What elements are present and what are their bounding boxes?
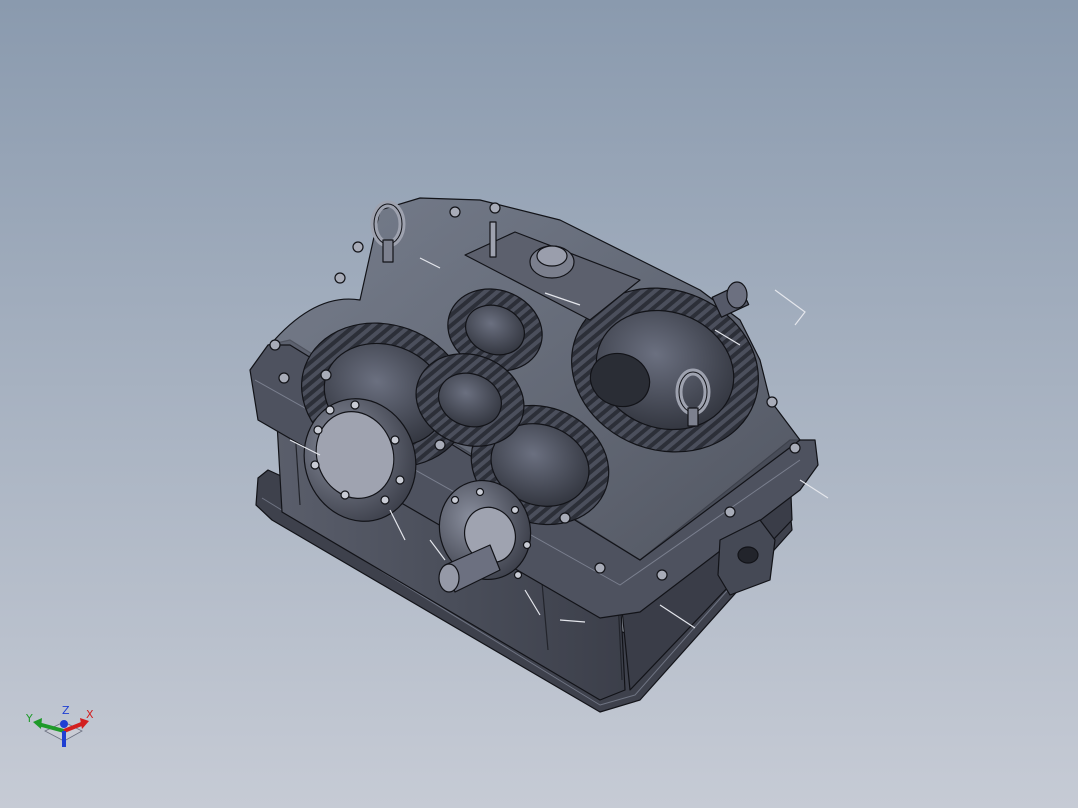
3d-viewport[interactable]: X Y Z: [0, 0, 1078, 808]
triad-z-label: Z: [62, 704, 70, 717]
lug-hole: [737, 546, 759, 564]
triad-x-label: X: [86, 708, 94, 721]
dipstick[interactable]: [489, 221, 497, 258]
triad-origin: [60, 720, 68, 728]
breather-cap-top: [536, 245, 568, 267]
triad-y-label: Y: [25, 712, 33, 725]
viewport-canvas[interactable]: X Y Z: [0, 0, 1078, 808]
